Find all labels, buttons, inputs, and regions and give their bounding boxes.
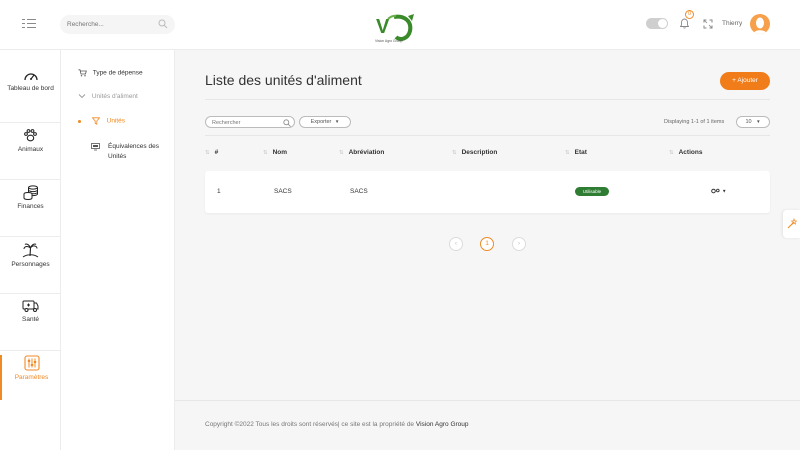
export-dropdown[interactable]: Exporter ▼ xyxy=(299,116,351,128)
global-search[interactable] xyxy=(60,15,175,34)
sidebar-divider xyxy=(0,236,61,237)
sidebar-divider xyxy=(0,293,61,294)
sidebar-item-dashboard[interactable]: Tableau de bord xyxy=(0,70,61,115)
sidebar-item-label: Paramètres xyxy=(14,374,49,381)
settings-submenu: Type de dépense Unités d'aliment Unités … xyxy=(61,50,175,450)
submenu-label: Unités d'aliment xyxy=(91,93,138,100)
table-search[interactable] xyxy=(205,116,295,128)
gears-icon xyxy=(711,188,720,194)
column-header-name[interactable]: ⇅ Nom xyxy=(263,149,287,156)
sort-icon: ⇅ xyxy=(205,150,210,156)
page-title: Liste des unités d'aliment xyxy=(205,72,362,88)
cell-name: SACS xyxy=(274,188,292,195)
sort-icon: ⇅ xyxy=(669,150,674,156)
notification-badge: 0 xyxy=(685,10,694,19)
chevron-right-icon: › xyxy=(517,240,521,247)
submenu-item-expense-type[interactable]: Type de dépense xyxy=(78,69,143,77)
sidebar-divider xyxy=(0,179,61,180)
paw-icon xyxy=(24,129,37,142)
menu-toggle-icon[interactable] xyxy=(22,17,38,31)
user-avatar-icon xyxy=(753,17,767,34)
footer-text: Copyright ©2022 Tous les droits sont rés… xyxy=(205,421,415,428)
cart-icon xyxy=(78,69,87,77)
column-header-abbreviation[interactable]: ⇅ Abréviation xyxy=(339,149,384,156)
caret-down-icon: ▼ xyxy=(334,119,340,124)
active-dot-icon xyxy=(78,119,81,123)
footer-brand-link[interactable]: Vision Agro Group xyxy=(416,421,469,428)
sidebar-item-label: Animaux xyxy=(17,146,44,153)
fullscreen-icon[interactable] xyxy=(703,19,713,29)
ambulance-icon xyxy=(22,300,39,312)
sidebar-item-animals[interactable]: Animaux xyxy=(0,128,61,173)
gauge-icon xyxy=(23,73,38,81)
footer: Copyright ©2022 Tous les droits sont rés… xyxy=(205,421,469,428)
svg-text:Vision Agro Group: Vision Agro Group xyxy=(375,39,403,43)
search-icon[interactable] xyxy=(283,118,291,127)
divider xyxy=(205,135,770,136)
caret-down-icon: ▼ xyxy=(721,188,727,194)
sort-icon: ⇅ xyxy=(263,150,268,156)
filter-icon xyxy=(91,117,101,125)
column-header-description[interactable]: ⇅ Description xyxy=(452,149,497,156)
chevron-left-icon: ‹ xyxy=(454,240,458,247)
per-page-select[interactable]: 10 ▼ xyxy=(736,116,770,128)
submenu-label: Équivalences des Unités xyxy=(108,143,159,160)
wand-icon xyxy=(787,218,798,229)
submenu-label: Type de dépense xyxy=(92,69,143,77)
sort-icon: ⇅ xyxy=(339,150,344,156)
sidebar-item-settings[interactable]: Paramètres xyxy=(0,355,61,400)
add-button-label: Ajouter xyxy=(737,77,758,84)
global-search-input[interactable] xyxy=(67,18,157,31)
sidebar-item-finances[interactable]: Finances xyxy=(0,185,61,230)
notifications[interactable]: 0 xyxy=(679,10,694,34)
pagination-page[interactable]: 1 xyxy=(480,237,494,251)
customizer-tab[interactable] xyxy=(783,210,800,238)
chevron-down-icon xyxy=(78,94,86,99)
sliders-icon xyxy=(23,355,40,371)
theme-toggle[interactable] xyxy=(646,18,668,29)
add-button[interactable]: + Ajouter xyxy=(720,72,770,90)
divider xyxy=(205,99,770,100)
sidebar-item-label: Finances xyxy=(17,203,44,210)
pagination-next[interactable]: › xyxy=(512,237,526,251)
sidebar-item-label: Santé xyxy=(22,316,39,323)
sidebar-item-label: Tableau de bord xyxy=(7,85,54,92)
column-header-number[interactable]: ⇅ # xyxy=(205,149,218,156)
username[interactable]: Thierry xyxy=(722,20,742,27)
cell-abbreviation: SACS xyxy=(350,188,368,195)
submenu-label: Unités xyxy=(106,117,126,125)
vision-agro-logo[interactable]: V Vision Agro Group xyxy=(374,13,418,47)
sort-icon: ⇅ xyxy=(565,150,570,156)
coins-icon xyxy=(23,185,38,200)
per-page-value: 10 xyxy=(745,119,752,125)
pagination-prev[interactable]: ‹ xyxy=(449,237,463,251)
status-badge: Utilisable xyxy=(575,187,609,196)
top-header: V Vision Agro Group 0 Thierry xyxy=(0,0,800,50)
avatar[interactable] xyxy=(750,14,770,34)
submenu-item-unit-equivalences[interactable]: Équivalences des Unités xyxy=(91,142,169,162)
table-search-input[interactable] xyxy=(212,118,282,127)
sidebar-item-health[interactable]: Santé xyxy=(0,299,61,344)
cell-number: 1 xyxy=(217,188,221,195)
submenu-item-food-units[interactable]: Unités d'aliment xyxy=(78,93,138,100)
caret-down-icon: ▼ xyxy=(756,119,761,124)
submenu-item-units[interactable]: Unités xyxy=(78,117,125,125)
bell-icon[interactable] xyxy=(679,18,690,29)
sidebar-item-label: Personnages xyxy=(11,261,50,268)
footer-divider xyxy=(175,400,800,401)
column-header-actions: ⇅ Actions xyxy=(669,149,703,156)
main-sidebar: Tableau de bord Animaux Finances Personn… xyxy=(0,50,61,450)
export-label: Exporter xyxy=(310,119,332,125)
sidebar-item-characters[interactable]: Personnages xyxy=(0,242,61,287)
search-icon[interactable] xyxy=(158,19,168,29)
column-header-status[interactable]: ⇅ Etat xyxy=(565,149,587,156)
sort-icon: ⇅ xyxy=(452,150,457,156)
sidebar-divider xyxy=(0,350,61,351)
svg-text:V: V xyxy=(376,16,390,38)
row-actions-dropdown[interactable]: ▼ xyxy=(711,187,726,194)
monitor-icon xyxy=(91,143,100,151)
island-icon xyxy=(22,243,39,258)
sidebar-divider xyxy=(0,122,61,123)
displaying-count: Displaying 1-1 of 1 items xyxy=(664,119,725,125)
